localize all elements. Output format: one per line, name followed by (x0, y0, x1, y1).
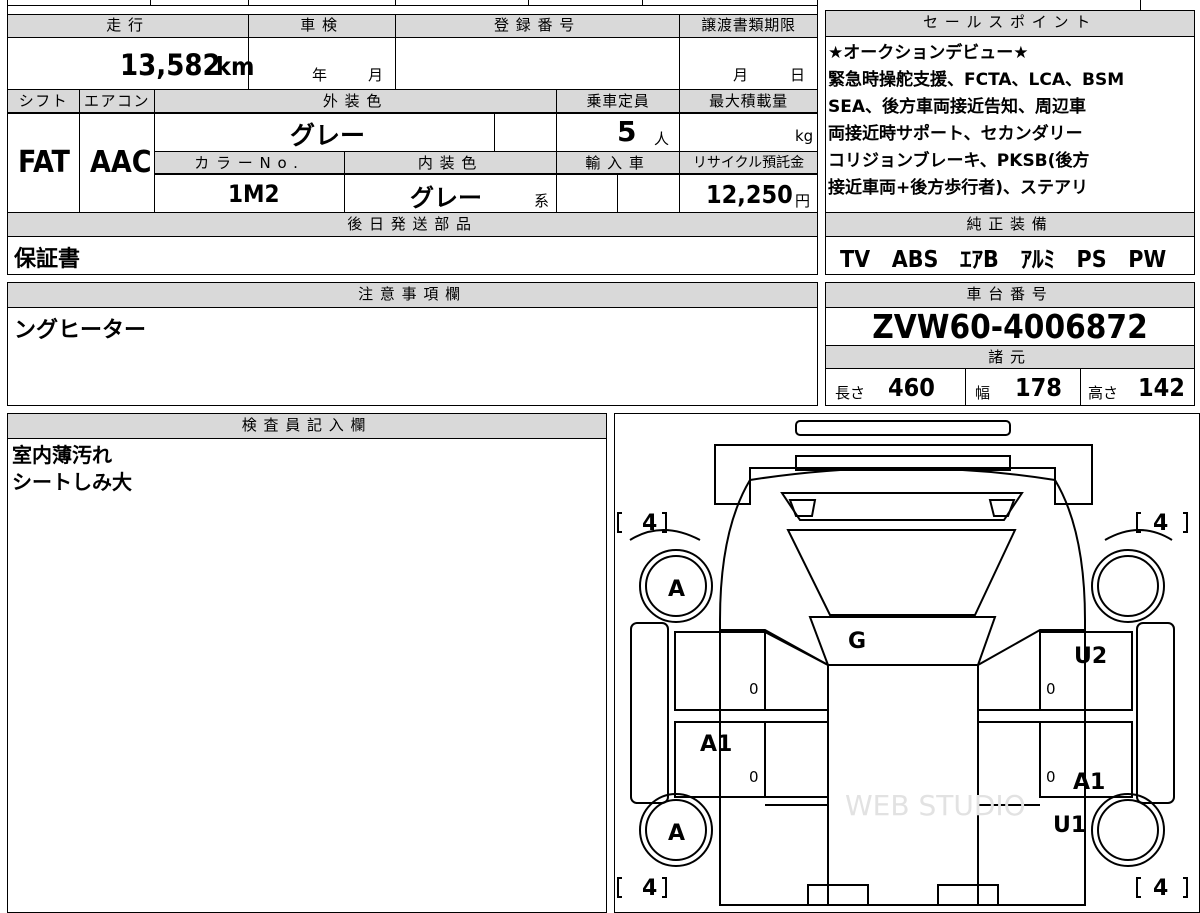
car-diagram-box: 4 4 4 4 A A G U2 A1 A1 U1 0 0 0 0 WEB ST… (614, 413, 1200, 913)
registration-header: 登録番号 (396, 14, 679, 38)
max-load-unit: kg (795, 127, 814, 145)
import-header: 輸入車 (557, 152, 679, 174)
sales-point-line: ★オークションデビュー★ (828, 43, 1029, 63)
zero-label: 0 (1046, 768, 1056, 786)
max-load-header: 最大積載量 (680, 90, 817, 113)
mark-rear-left-door: A1 (700, 732, 732, 757)
later-parts-value: 保証書 (14, 247, 81, 272)
width-label: 幅 (975, 384, 991, 402)
sales-point-line: SEA、後方車両接近告知、周辺車 (828, 97, 1087, 117)
exterior-color-header: 外装色 (155, 90, 556, 113)
zero-label: 0 (749, 680, 759, 698)
mileage-unit: km (216, 52, 255, 81)
mark-rear-right-quarter: U1 (1053, 813, 1086, 838)
top-strip-divider (395, 0, 396, 5)
length-label: 長さ (835, 384, 866, 402)
inspector-header: 検査員記入欄 (8, 414, 606, 439)
equipment-item: ｴｱB (960, 247, 999, 273)
watermark: WEB STUDIO (845, 789, 1026, 822)
chassis-number: ZVW60-4006872 (872, 307, 1148, 346)
inspection-year-label: 年 (312, 66, 328, 84)
recycle-value: 12,250 (706, 180, 793, 209)
inspector-line: シートしみ大 (12, 470, 132, 494)
zero-label: 0 (749, 768, 759, 786)
zero-label: 0 (1046, 680, 1056, 698)
equipment-item: ABS (891, 247, 939, 273)
capacity-unit: 人 (654, 130, 670, 148)
interior-color-suffix: 系 (534, 192, 550, 210)
equipment-item: PW (1128, 247, 1167, 273)
shift-header: シフト (8, 90, 79, 113)
exterior-color-value: グレー (290, 121, 366, 150)
equipment-list: TV ABS ｴｱB ｱﾙﾐ PS PW (840, 240, 1166, 274)
recycle-header: リサイクル預託金 (680, 152, 817, 174)
sales-point-line: 接近車両+後方歩行者)、ステアリ (828, 178, 1089, 198)
transfer-day-label: 日 (790, 66, 806, 84)
equipment-item: ｱﾙﾐ (1020, 247, 1055, 273)
capacity-value: 5 (617, 115, 637, 148)
interior-color-value: グレー (410, 184, 482, 212)
width-value: 178 (1015, 373, 1062, 402)
sales-point-line: コリジョンブレーキ、PKSB(後方 (828, 151, 1090, 171)
aircon-header: エアコン (80, 90, 154, 113)
top-strip-divider (248, 0, 249, 5)
length-value: 460 (888, 373, 935, 402)
top-strip-divider (150, 0, 151, 5)
equipment-item: TV (840, 247, 871, 273)
top-strip-border (7, 5, 818, 6)
shift-value: FAT (18, 145, 70, 180)
tire-depth-front-left: 4 (642, 511, 657, 536)
chassis-header: 車台番号 (826, 283, 1194, 308)
later-parts-header: 後日発送部品 (8, 213, 817, 237)
recycle-unit: 円 (795, 192, 811, 210)
mark-front-left-wheel: A (668, 577, 685, 602)
car-diagram: 4 4 4 4 A A G U2 A1 A1 U1 0 0 0 0 WEB ST… (616, 419, 1188, 906)
inspector-comments: 室内薄汚れ シートしみ大 (12, 442, 132, 496)
transfer-month-label: 月 (733, 66, 749, 84)
tire-depth-front-right: 4 (1153, 511, 1168, 536)
top-strip-divider (528, 0, 529, 5)
equipment-item: PS (1076, 247, 1107, 273)
capacity-header: 乗車定員 (557, 90, 679, 113)
mileage-value: 13,582 (120, 48, 221, 82)
notes-value: ングヒーター (14, 318, 147, 343)
color-no-value: 1M2 (228, 180, 280, 208)
mark-front-right-door: U2 (1074, 644, 1107, 669)
sales-point-line: 緊急時操舵支援、FCTA、LCA、BSM (828, 70, 1125, 90)
inspector-line: 室内薄汚れ (12, 443, 112, 467)
transfer-docs-header: 譲渡書類期限 (680, 14, 817, 38)
sales-point-line: 両接近時サポート、セカンダリー (828, 124, 1083, 144)
equipment-header: 純正装備 (826, 213, 1194, 237)
sales-points-text: ★オークションデビュー★ 緊急時操舵支援、FCTA、LCA、BSM SEA、後方… (828, 40, 1193, 202)
inspection-header: 車検 (249, 14, 395, 38)
inspection-month-label: 月 (368, 66, 384, 84)
mileage-header: 走行 (8, 14, 248, 38)
specs-header: 諸元 (826, 346, 1194, 369)
height-value: 142 (1138, 373, 1185, 402)
interior-color-header: 内装色 (345, 152, 556, 174)
mark-rear-right-door: A1 (1073, 770, 1105, 795)
aircon-value: AAC (90, 145, 152, 180)
color-no-header: カラーNo. (155, 152, 344, 174)
notes-header: 注意事項欄 (8, 283, 817, 308)
top-strip-divider (642, 0, 643, 5)
mark-rear-left-wheel: A (668, 821, 685, 846)
height-label: 高さ (1088, 384, 1119, 402)
tire-depth-rear-right: 4 (1153, 876, 1168, 901)
sales-points-header: セールスポイント (826, 11, 1194, 37)
tire-depth-rear-left: 4 (642, 876, 657, 901)
mark-roof: G (848, 629, 866, 654)
